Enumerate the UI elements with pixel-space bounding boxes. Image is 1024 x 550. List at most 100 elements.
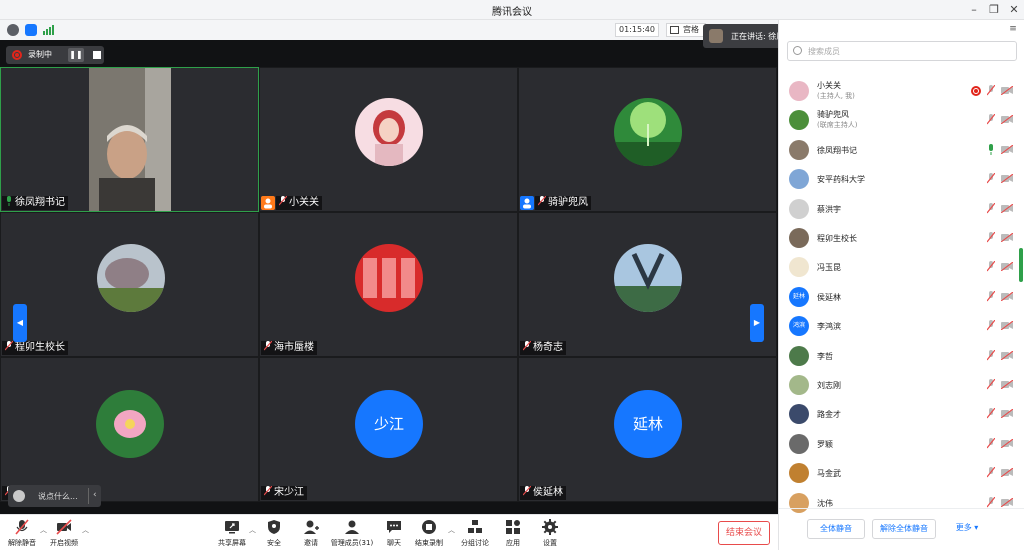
mic-off-icon[interactable] <box>987 173 995 184</box>
unmute-all-button[interactable]: 解除全体静音 <box>872 519 936 539</box>
chevron-left-icon[interactable]: ‹ <box>93 490 97 500</box>
pause-recording-button[interactable]: ❚❚ <box>68 48 84 62</box>
end-recording-button[interactable]: 结束录制 <box>409 517 449 549</box>
camera-off-icon[interactable] <box>1001 262 1013 272</box>
video-tile[interactable]: 李哲 <box>0 357 259 502</box>
member-row[interactable]: 骑驴兜风 (联席主持人) <box>779 105 1019 134</box>
menu-icon[interactable]: ≡ <box>1007 24 1019 36</box>
mute-all-button[interactable]: 全体静音 <box>807 519 865 539</box>
minimize-icon[interactable]: – <box>965 2 983 17</box>
prev-page-button[interactable]: ◀ <box>13 304 27 342</box>
member-row[interactable]: 李哲 <box>779 341 1019 370</box>
mic-off-icon[interactable] <box>987 349 995 361</box>
mic-off-icon[interactable] <box>987 202 995 214</box>
unmute-button[interactable]: 解除静音 <box>2 517 42 549</box>
shield-icon[interactable] <box>25 24 37 36</box>
chat-quick-input[interactable]: 说点什么... ‹ <box>8 485 101 507</box>
record-icon <box>12 50 22 60</box>
scrollbar-thumb[interactable] <box>1019 248 1023 282</box>
security-button[interactable]: 安全 <box>254 517 294 549</box>
member-row[interactable]: 安平药科大学 <box>779 164 1019 193</box>
member-row[interactable]: 小关关 (主持人, 我) <box>779 76 1019 105</box>
mic-off-icon[interactable] <box>987 290 995 302</box>
settings-button[interactable]: 设置 <box>530 517 570 549</box>
share-screen-button[interactable]: 共享屏幕 <box>212 517 252 549</box>
camera-off-icon[interactable] <box>1001 233 1013 242</box>
camera-off-icon[interactable] <box>1001 497 1013 507</box>
invite-label: 邀请 <box>304 539 318 547</box>
video-tile[interactable]: 延林 侯延林 <box>518 357 777 502</box>
close-icon[interactable]: ✕ <box>1005 2 1023 17</box>
video-tile[interactable]: 杨奇志 <box>518 212 777 357</box>
mic-off-icon[interactable] <box>987 320 995 331</box>
member-row[interactable]: 刘志刚 <box>779 370 1019 399</box>
member-row[interactable]: 程卯生校长 <box>779 223 1019 252</box>
camera-off-icon[interactable] <box>1001 438 1013 448</box>
member-row[interactable]: 马金武 <box>779 458 1019 487</box>
chevron-up-icon[interactable]: ︿ <box>82 525 89 535</box>
camera-off-icon[interactable] <box>1001 468 1013 478</box>
manage-members-button[interactable]: 管理成员(31) <box>327 517 377 549</box>
video-tile[interactable]: 海市蜃楼 <box>259 212 518 357</box>
member-name: 程卯生校长 <box>817 234 857 243</box>
chat-icon <box>387 521 401 533</box>
mic-off-icon[interactable] <box>987 232 995 243</box>
members-icon <box>345 520 359 534</box>
mic-off-icon[interactable] <box>987 261 995 272</box>
video-tile[interactable]: 程卯生校长 <box>0 212 259 357</box>
mic-on-icon[interactable] <box>987 143 995 155</box>
camera-off-icon[interactable] <box>1001 380 1013 389</box>
breakout-button[interactable]: 分组讨论 <box>455 517 495 549</box>
member-row[interactable]: 罗颖 <box>779 429 1019 458</box>
member-avatar <box>789 463 809 484</box>
end-meeting-button[interactable]: 结束会议 <box>718 521 770 545</box>
search-input[interactable]: 搜索成员 <box>787 41 1017 61</box>
mic-off-icon[interactable] <box>987 114 995 125</box>
video-tile[interactable]: 少江 宋少江 <box>259 357 518 502</box>
camera-off-icon[interactable] <box>1001 115 1013 125</box>
mic-off-icon[interactable] <box>987 379 995 390</box>
invite-button[interactable]: 邀请 <box>291 517 331 549</box>
video-tile[interactable]: 徐凤翔书记 <box>0 67 259 212</box>
manage-members-label: 管理成员(31) <box>330 539 374 547</box>
emoji-icon[interactable] <box>13 490 25 502</box>
member-row[interactable]: 路金才 <box>779 399 1019 428</box>
mic-off-icon[interactable] <box>987 467 995 478</box>
apps-button[interactable]: 应用 <box>493 517 533 549</box>
video-tile[interactable]: 骑驴兜风 <box>518 67 777 212</box>
mic-off-icon[interactable] <box>987 85 995 96</box>
camera-off-icon[interactable] <box>1001 86 1013 95</box>
member-row[interactable]: 延林 侯延林 <box>779 282 1019 311</box>
info-icon[interactable] <box>7 24 19 36</box>
camera-off-icon[interactable] <box>1001 321 1013 331</box>
camera-off-icon[interactable] <box>1001 174 1013 184</box>
stop-recording-button[interactable] <box>90 48 104 62</box>
camera-off-icon[interactable] <box>1001 409 1013 419</box>
start-video-button[interactable]: 开启视频 <box>44 517 84 549</box>
chevron-up-icon[interactable]: ︿ <box>448 525 455 535</box>
signal-icon[interactable] <box>43 25 55 35</box>
share-screen-label: 共享屏幕 <box>218 539 246 547</box>
member-row[interactable]: 冯玉昆 <box>779 252 1019 281</box>
next-page-button[interactable]: ▶ <box>750 304 764 342</box>
member-avatar <box>789 169 809 190</box>
window-title: 腾讯会议 <box>492 7 532 18</box>
title-bar: 腾讯会议 – ❐ ✕ <box>0 0 1024 20</box>
member-row[interactable]: 徐凤翔书记 <box>779 135 1019 164</box>
camera-off-icon[interactable] <box>1001 144 1013 154</box>
member-row[interactable]: 鸿滨 李鸿滨 <box>779 311 1019 340</box>
video-tile[interactable]: 小关关 <box>259 67 518 212</box>
mic-off-icon[interactable] <box>987 496 995 508</box>
participant-name: 程卯生校长 <box>15 342 65 353</box>
participant-name: 杨奇志 <box>533 342 563 353</box>
camera-off-icon[interactable] <box>1001 203 1013 213</box>
camera-off-icon[interactable] <box>1001 291 1013 301</box>
layout-button[interactable]: 宫格视图 <box>666 23 706 37</box>
restore-icon[interactable]: ❐ <box>985 2 1003 17</box>
mic-off-icon[interactable] <box>987 408 995 419</box>
chat-button[interactable]: 聊天 <box>374 517 414 549</box>
member-row[interactable]: 蔡洪宇 <box>779 194 1019 223</box>
more-button[interactable]: 更多 ▾ <box>947 519 987 539</box>
mic-off-icon[interactable] <box>987 437 995 449</box>
camera-off-icon[interactable] <box>1001 350 1013 360</box>
